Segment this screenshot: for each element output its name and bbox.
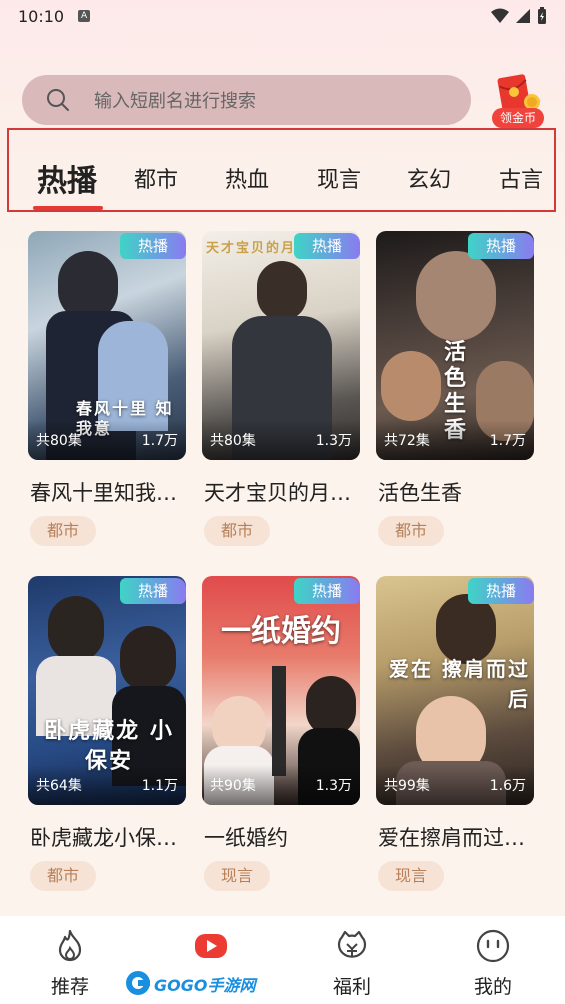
drama-title[interactable]: 一纸婚约	[204, 822, 364, 852]
drama-poster[interactable]: 一纸婚约 热播 共90集 1.3万	[202, 576, 360, 805]
poster-title-art: 天才宝贝的月	[206, 241, 297, 256]
episode-count: 共64集	[36, 778, 82, 794]
nav-label: 推荐	[50, 976, 89, 998]
genre-tag[interactable]: 现言	[378, 861, 444, 891]
tab-ancient-romance[interactable]: 古言	[499, 162, 543, 194]
hot-badge: 热播	[120, 233, 186, 259]
drama-card[interactable]: 卧虎藏龙 小保安 热播 共64集 1.1万 卧虎藏龙小保… 都市	[28, 576, 186, 896]
search-placeholder: 输入短剧名进行搜索	[94, 91, 256, 112]
genre-tag[interactable]: 都市	[30, 516, 96, 546]
view-count: 1.6万	[489, 778, 526, 794]
view-count: 1.7万	[489, 433, 526, 449]
status-icons	[491, 7, 547, 25]
drama-poster[interactable]: 天才宝贝的月 热播 共80集 1.3万	[202, 231, 360, 460]
hot-badge: 热播	[294, 233, 360, 259]
play-icon	[195, 934, 227, 958]
drama-title[interactable]: 天才宝贝的月…	[204, 477, 364, 507]
episode-count: 共99集	[384, 778, 430, 794]
genre-tag[interactable]: 都市	[204, 516, 270, 546]
gift-pig-icon	[337, 930, 367, 958]
poster-figure	[48, 596, 104, 662]
nav-profile[interactable]: 我的	[443, 916, 543, 1004]
nav-recommend[interactable]: 推荐	[20, 916, 120, 1004]
drama-title[interactable]: 卧虎藏龙小保…	[30, 822, 190, 852]
signal-icon	[516, 9, 530, 23]
drama-card[interactable]: 活色生香 热播 共72集 1.7万 活色生香 都市	[376, 231, 534, 551]
genre-tag[interactable]: 都市	[378, 516, 444, 546]
drama-poster[interactable]: 活色生香 热播 共72集 1.7万	[376, 231, 534, 460]
tab-fantasy[interactable]: 玄幻	[407, 162, 451, 194]
episode-count: 共72集	[384, 433, 430, 449]
category-tabs: 热播 都市 热血 现言 玄幻 古言	[7, 128, 556, 212]
wifi-icon	[491, 8, 509, 23]
notification-a-icon: A	[78, 10, 91, 22]
hot-badge: 热播	[294, 578, 360, 604]
view-count: 1.7万	[141, 433, 178, 449]
poster-title-art: 爱在 擦肩而过后	[389, 657, 530, 711]
episode-count: 共90集	[210, 778, 256, 794]
status-time: 10:10	[18, 6, 65, 26]
drama-card[interactable]: 天才宝贝的月 热播 共80集 1.3万 天才宝贝的月… 都市	[202, 231, 360, 551]
episode-count: 共80集	[36, 433, 82, 449]
drama-poster[interactable]: 爱在 擦肩而过后 热播 共99集 1.6万	[376, 576, 534, 805]
hot-badge: 热播	[468, 233, 534, 259]
drama-poster[interactable]: 春风十里 知我意 热播 共80集 1.7万	[28, 231, 186, 460]
nav-benefits[interactable]: 福利	[302, 916, 402, 1004]
drama-title[interactable]: 春风十里知我…	[30, 477, 190, 507]
status-bar: 10:10 A	[0, 0, 565, 32]
smiley-icon	[476, 929, 510, 963]
genre-tag[interactable]: 都市	[30, 861, 96, 891]
poster-figure	[120, 626, 176, 692]
active-tab-indicator	[33, 206, 103, 210]
bottom-navigation: 推荐 剧场 福利 我的	[0, 916, 565, 1004]
drama-title[interactable]: 爱在擦肩而过…	[378, 822, 538, 852]
episode-count: 共80集	[210, 433, 256, 449]
nav-label: 我的	[473, 976, 512, 998]
drama-poster[interactable]: 卧虎藏龙 小保安 热播 共64集 1.1万	[28, 576, 186, 805]
tab-hot[interactable]: 热播	[37, 156, 97, 200]
tab-passion[interactable]: 热血	[225, 162, 269, 194]
hot-badge: 热播	[120, 578, 186, 604]
poster-figure	[272, 666, 286, 776]
watermark-logo-icon	[126, 971, 150, 995]
tab-modern-romance[interactable]: 现言	[317, 162, 361, 194]
search-icon	[47, 89, 69, 111]
drama-title[interactable]: 活色生香	[378, 477, 538, 507]
get-coins-button[interactable]: 领金币	[488, 72, 548, 130]
flame-icon	[58, 929, 82, 962]
view-count: 1.3万	[315, 433, 352, 449]
nav-label: 福利	[332, 976, 371, 998]
view-count: 1.1万	[141, 778, 178, 794]
tab-urban[interactable]: 都市	[134, 162, 178, 194]
poster-title-art: 一纸婚约	[221, 614, 341, 649]
get-coins-label: 领金币	[492, 108, 544, 128]
site-watermark: GOGO手游网	[124, 966, 255, 1000]
poster-figure	[416, 251, 496, 341]
hot-badge: 热播	[468, 578, 534, 604]
view-count: 1.3万	[315, 778, 352, 794]
search-input[interactable]: 输入短剧名进行搜索	[22, 75, 471, 125]
drama-card[interactable]: 春风十里 知我意 热播 共80集 1.7万 春风十里知我… 都市	[28, 231, 186, 551]
poster-figure	[306, 676, 356, 736]
genre-tag[interactable]: 现言	[204, 861, 270, 891]
drama-card[interactable]: 爱在 擦肩而过后 热播 共99集 1.6万 爱在擦肩而过… 现言	[376, 576, 534, 896]
drama-card[interactable]: 一纸婚约 热播 共90集 1.3万 一纸婚约 现言	[202, 576, 360, 896]
poster-figure	[257, 261, 307, 321]
poster-figure	[381, 351, 441, 421]
watermark-text: GOGO手游网	[154, 976, 256, 995]
battery-icon	[538, 7, 546, 24]
